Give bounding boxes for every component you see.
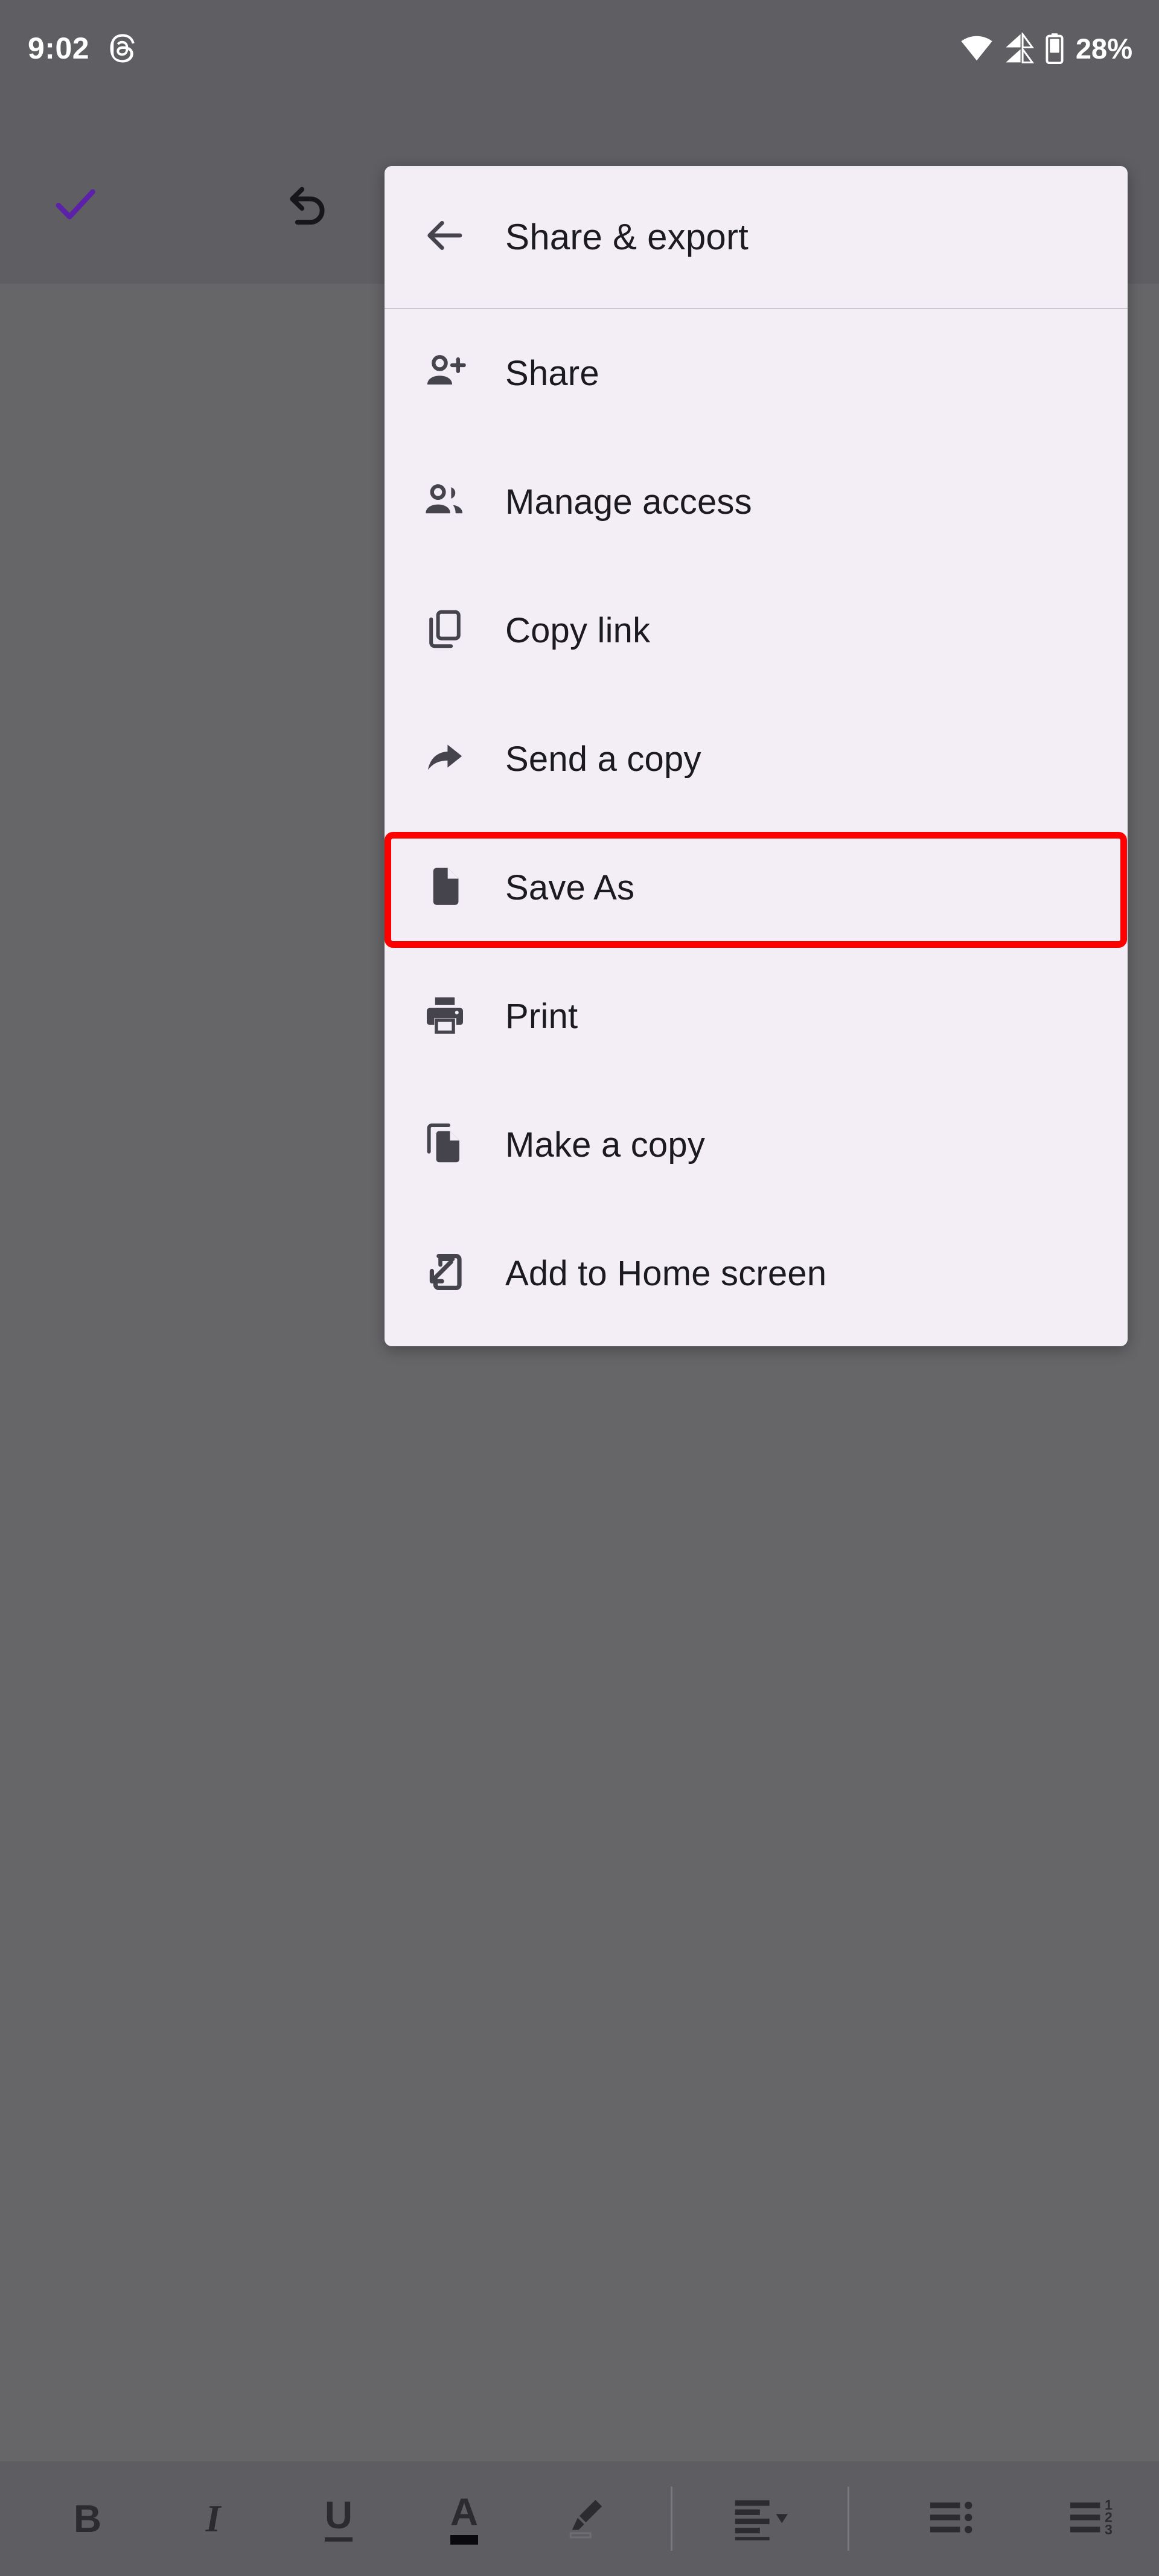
send-arrow-icon-slot	[385, 735, 505, 784]
menu-item-make-a-copy[interactable]: Make a copy	[385, 1081, 1128, 1209]
menu-item-label: Copy link	[505, 611, 651, 650]
menu-item-add-to-home-screen[interactable]: Add to Home screen	[385, 1209, 1128, 1338]
text-formatting-toolbar[interactable]: B I U A 1 2 3	[0, 2461, 1159, 2576]
numbered-list-icon: 1 2 3	[1062, 2495, 1123, 2543]
underline-icon: U	[324, 2496, 353, 2542]
back-button[interactable]	[385, 211, 505, 263]
document-icon	[424, 865, 466, 910]
threads-icon	[107, 33, 138, 63]
menu-header[interactable]: Share & export	[385, 166, 1128, 309]
align-button[interactable]	[707, 2482, 816, 2555]
printer-icon	[423, 993, 467, 1040]
people-icon-slot	[385, 478, 505, 526]
menu-item-send-a-copy[interactable]: Send a copy	[385, 695, 1128, 823]
cellular-signal-icon	[1003, 33, 1035, 64]
menu-item-label: Manage access	[505, 482, 752, 522]
battery-icon	[1045, 33, 1064, 64]
toolbar-divider-1	[671, 2487, 672, 2551]
bulleted-list-icon	[922, 2495, 983, 2543]
menu-item-print[interactable]: Print	[385, 952, 1128, 1081]
bold-button[interactable]: B	[51, 2482, 124, 2555]
duplicate-doc-icon-slot	[385, 1122, 505, 1168]
person-add-icon	[422, 349, 468, 398]
marker-pen-icon	[566, 2495, 611, 2543]
menu-item-save-as[interactable]: Save As	[385, 823, 1128, 952]
menu-item-list: Share Manage access Copy link Send a cop…	[385, 309, 1128, 1338]
wifi-icon	[960, 32, 993, 65]
bold-icon: B	[73, 2497, 102, 2540]
document-icon-slot	[385, 865, 505, 910]
back-arrow-icon	[421, 211, 469, 263]
accept-changes-button[interactable]	[39, 169, 112, 241]
menu-item-label: Share	[505, 354, 599, 393]
duplicate-doc-icon	[423, 1122, 467, 1168]
menu-item-copy-link[interactable]: Copy link	[385, 566, 1128, 695]
svg-text:3: 3	[1105, 2521, 1113, 2537]
menu-title: Share & export	[505, 217, 749, 257]
add-to-home-icon	[423, 1250, 467, 1297]
send-arrow-icon	[422, 735, 468, 784]
share-and-export-menu[interactable]: Share & export Share Manage access Copy …	[385, 166, 1128, 1346]
printer-icon-slot	[385, 993, 505, 1040]
menu-item-label: Add to Home screen	[505, 1254, 827, 1293]
bulleted-list-button[interactable]	[907, 2482, 998, 2555]
numbered-list-button[interactable]: 1 2 3	[1047, 2482, 1138, 2555]
menu-item-label: Print	[505, 997, 578, 1036]
italic-button[interactable]: I	[177, 2482, 249, 2555]
people-icon	[422, 478, 468, 526]
checkmark-icon	[48, 177, 103, 234]
status-bar-clock: 9:02	[28, 31, 90, 65]
copy-link-icon-slot	[385, 607, 505, 654]
status-bar: 9:02 28%	[0, 0, 1159, 97]
menu-item-manage-access[interactable]: Manage access	[385, 438, 1128, 566]
underline-button[interactable]: U	[302, 2482, 375, 2555]
text-align-icon	[729, 2495, 795, 2543]
status-bar-left: 9:02	[28, 33, 138, 63]
menu-item-label: Make a copy	[505, 1125, 706, 1165]
battery-percent-label: 28%	[1075, 32, 1132, 65]
text-color-button[interactable]: A	[428, 2482, 500, 2555]
italic-icon: I	[205, 2497, 221, 2540]
toolbar-divider-2	[848, 2487, 849, 2551]
undo-icon	[282, 178, 334, 233]
person-add-icon-slot	[385, 349, 505, 398]
menu-item-label: Send a copy	[505, 740, 701, 779]
add-to-home-icon-slot	[385, 1250, 505, 1297]
undo-button[interactable]	[272, 169, 344, 241]
highlight-color-button[interactable]	[552, 2482, 625, 2555]
menu-item-share[interactable]: Share	[385, 309, 1128, 438]
status-bar-right: 28%	[960, 32, 1132, 65]
menu-item-label: Save As	[505, 868, 635, 907]
copy-link-icon	[423, 607, 467, 654]
text-color-icon: A	[450, 2493, 479, 2545]
